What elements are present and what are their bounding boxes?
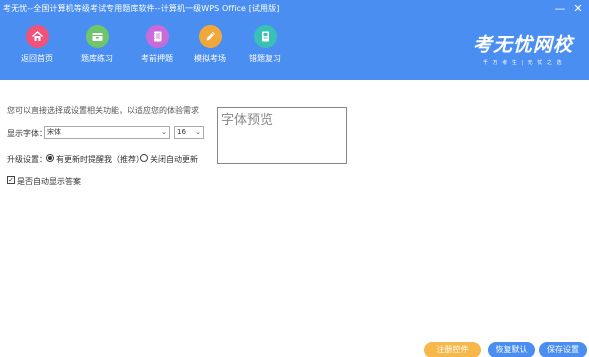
radio-disable-auto-update-label: 关闭自动更新 xyxy=(150,155,198,164)
minimize-button[interactable]: — xyxy=(552,1,568,16)
brand-slogan: 千 万 考 生 | 无 忧 之 选 xyxy=(483,60,563,66)
radio-notify-update[interactable] xyxy=(46,154,54,162)
upgrade-label: 升级设置： xyxy=(7,155,47,164)
book-icon xyxy=(253,25,277,48)
toolbar-practice[interactable]: 题库练习 xyxy=(72,25,122,64)
settings-hint: 您可以直接选择或设置相关功能，以适应您的体验需求 xyxy=(7,106,199,115)
toolbar-review-label: 错题复习 xyxy=(249,54,281,63)
toolbar: 返回首页 题库练习 考前押题 模拟考场 错题复习 考无忧网校 千 万 考 生 |… xyxy=(0,18,589,80)
font-label: 显示字体： xyxy=(7,129,47,138)
save-settings-button[interactable]: 保存设置 xyxy=(539,342,587,357)
title-bar: 考无忧--全国计算机等级考试专用题库软件--计算机一级WPS Office [试… xyxy=(0,0,589,18)
close-button[interactable]: ✕ xyxy=(570,1,586,16)
auto-answer-label: 是否自动显示答案 xyxy=(17,177,81,186)
folder-icon xyxy=(85,25,109,48)
window-title: 考无忧--全国计算机等级考试专用题库软件--计算机一级WPS Office [试… xyxy=(3,4,280,13)
chevron-down-icon: ⌄ xyxy=(195,128,201,136)
font-select-value: 宋体 xyxy=(47,128,61,136)
brand-name: 考无忧网校 xyxy=(472,34,573,56)
pencil-icon xyxy=(198,25,222,48)
font-select[interactable]: 宋体 ⌄ xyxy=(44,126,170,139)
settings-panel: 您可以直接选择或设置相关功能，以适应您的体验需求 显示字体： 宋体 ⌄ 16 ⌄… xyxy=(0,80,589,357)
toolbar-home-label: 返回首页 xyxy=(21,54,53,63)
toolbar-practice-label: 题库练习 xyxy=(81,54,113,63)
toolbar-mock-exam[interactable]: 模拟考场 xyxy=(185,25,235,64)
font-size-select[interactable]: 16 ⌄ xyxy=(174,126,204,139)
toolbar-predict[interactable]: 考前押题 xyxy=(132,25,182,64)
toolbar-review[interactable]: 错题复习 xyxy=(240,25,290,64)
font-preview-box: 字体预览 xyxy=(217,107,347,164)
notebook-icon xyxy=(145,25,169,48)
toolbar-predict-label: 考前押题 xyxy=(141,54,173,63)
home-icon xyxy=(25,25,49,48)
register-button[interactable]: 注册控件 xyxy=(424,342,481,357)
font-preview-text: 字体预览 xyxy=(221,113,274,128)
font-size-value: 16 xyxy=(177,128,186,136)
auto-answer-checkbox[interactable]: ✓ xyxy=(7,176,15,184)
toolbar-home[interactable]: 返回首页 xyxy=(12,25,62,64)
restore-defaults-button[interactable]: 恢复默认 xyxy=(488,342,535,357)
toolbar-mock-exam-label: 模拟考场 xyxy=(194,54,226,63)
radio-disable-auto-update[interactable] xyxy=(140,154,148,162)
brand-logo: 考无忧网校 千 万 考 生 | 无 忧 之 选 xyxy=(469,30,577,66)
radio-notify-update-label: 有更新时提醒我（推荐） xyxy=(56,155,144,164)
chevron-down-icon: ⌄ xyxy=(161,128,167,136)
